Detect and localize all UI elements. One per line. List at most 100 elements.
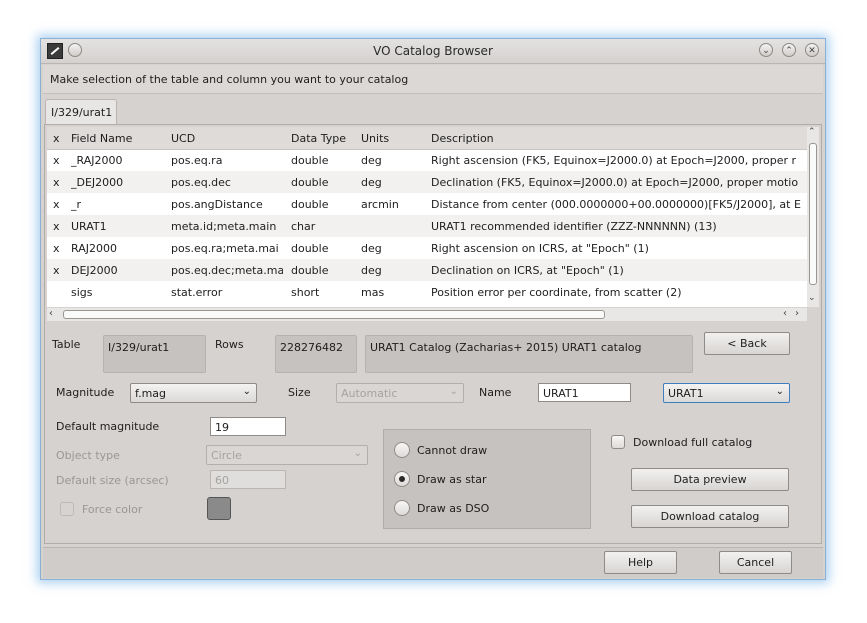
- header-description[interactable]: Description: [431, 132, 807, 145]
- field-description: URAT1 recommended identifier (ZZZ-NNNNNN…: [431, 220, 717, 233]
- field-ucd: pos.eq.ra;meta.mai: [171, 242, 279, 255]
- rows-value-field: 228276482: [275, 335, 357, 373]
- name-column-value: URAT1: [668, 387, 704, 400]
- field-ucd: pos.eq.dec: [171, 176, 231, 189]
- instruction-text: Make selection of the table and column y…: [50, 73, 409, 86]
- table-row[interactable]: x _RAJ2000 pos.eq.ra double deg Right as…: [47, 149, 807, 171]
- object-type-select[interactable]: Circle ⌄: [206, 445, 368, 465]
- row-selected-mark[interactable]: x: [53, 154, 67, 167]
- vo-catalog-browser-window: VO Catalog Browser ⌄ ⌃ ✕ Make selection …: [40, 38, 826, 580]
- default-magnitude-label: Default magnitude: [56, 420, 160, 433]
- row-selected-mark[interactable]: x: [53, 242, 67, 255]
- name-input-value: URAT1: [543, 387, 579, 400]
- chevron-down-icon: ⌄: [449, 386, 458, 397]
- field-data-type: double: [291, 242, 329, 255]
- help-button[interactable]: Help: [604, 551, 677, 574]
- header-x[interactable]: x: [53, 132, 67, 145]
- cancel-label: Cancel: [736, 556, 775, 569]
- force-color-checkbox[interactable]: [60, 502, 74, 516]
- field-units: arcmin: [361, 198, 399, 211]
- name-input[interactable]: URAT1: [538, 383, 631, 402]
- size-select[interactable]: Automatic ⌄: [336, 383, 464, 403]
- cannot-draw-label: Cannot draw: [417, 444, 488, 457]
- field-description: Right ascension on ICRS, at "Epoch" (1): [431, 242, 649, 255]
- rows-value: 228276482: [280, 341, 343, 354]
- back-button[interactable]: < Back: [704, 332, 790, 355]
- row-selected-mark[interactable]: x: [53, 264, 67, 277]
- radio-cannot-draw[interactable]: [394, 442, 410, 458]
- table-row[interactable]: x _r pos.angDistance double arcmin Dista…: [47, 193, 807, 215]
- magnitude-select[interactable]: f.mag ⌄: [130, 383, 257, 403]
- row-selected-mark[interactable]: x: [53, 220, 67, 233]
- object-type-value: Circle: [211, 449, 242, 462]
- field-data-type: double: [291, 198, 329, 211]
- header-units[interactable]: Units: [361, 132, 427, 145]
- cancel-button[interactable]: Cancel: [719, 551, 792, 574]
- download-full-catalog-checkbox[interactable]: [611, 435, 625, 449]
- scroll-left-icon[interactable]: ‹: [783, 308, 787, 319]
- draw-mode-group: Cannot draw Draw as star Draw as DSO: [383, 429, 591, 529]
- force-color-label: Force color: [82, 503, 143, 516]
- scroll-up-icon[interactable]: ⌃: [808, 127, 816, 137]
- default-size-input[interactable]: 60: [210, 470, 286, 489]
- field-units: deg: [361, 176, 382, 189]
- draw-as-dso-label: Draw as DSO: [417, 502, 490, 515]
- size-label: Size: [288, 386, 311, 399]
- field-ucd: pos.eq.ra: [171, 154, 223, 167]
- close-button[interactable]: ✕: [805, 43, 819, 57]
- table-row[interactable]: x URAT1 meta.id;meta.main char URAT1 rec…: [47, 215, 807, 237]
- field-description: Right ascension (FK5, Equinox=J2000.0) a…: [431, 154, 797, 167]
- field-name: _r: [71, 198, 82, 211]
- field-data-type: char: [291, 220, 316, 233]
- scroll-right-icon[interactable]: ›: [795, 308, 799, 319]
- magnitude-label: Magnitude: [56, 386, 115, 399]
- help-label: Help: [627, 556, 654, 569]
- field-units: deg: [361, 242, 382, 255]
- header-field-name[interactable]: Field Name: [71, 132, 167, 145]
- field-ucd: pos.eq.dec;meta.ma: [171, 264, 283, 277]
- name-column-select[interactable]: URAT1 ⌄: [663, 383, 790, 403]
- radio-selected-dot: [399, 476, 405, 482]
- maximize-button[interactable]: ⌃: [782, 43, 796, 57]
- radio-draw-as-star[interactable]: [394, 471, 410, 487]
- title-bar[interactable]: VO Catalog Browser ⌄ ⌃ ✕: [41, 39, 825, 64]
- download-full-catalog-label: Download full catalog: [633, 436, 753, 449]
- tab-i329-urat1[interactable]: I/329/urat1: [45, 99, 117, 125]
- field-name: DEJ2000: [71, 264, 118, 277]
- scroll-down-icon[interactable]: ⌄: [808, 293, 816, 303]
- default-magnitude-value: 19: [215, 421, 229, 434]
- field-description: Declination on ICRS, at "Epoch" (1): [431, 264, 624, 277]
- vertical-scroll-thumb[interactable]: [809, 143, 817, 285]
- field-ucd: stat.error: [171, 286, 223, 299]
- scroll-left-icon[interactable]: ‹: [49, 308, 53, 319]
- default-size-value: 60: [215, 474, 229, 487]
- field-data-type: double: [291, 154, 329, 167]
- table-row[interactable]: x DEJ2000 pos.eq.dec;meta.ma double deg …: [47, 259, 807, 281]
- table-row[interactable]: x RAJ2000 pos.eq.ra;meta.mai double deg …: [47, 237, 807, 259]
- data-preview-button[interactable]: Data preview: [631, 468, 789, 491]
- table-vertical-scrollbar[interactable]: ⌃ ⌄: [807, 127, 819, 307]
- table-horizontal-scrollbar[interactable]: ‹ ‹ ›: [47, 308, 807, 321]
- field-units: deg: [361, 154, 382, 167]
- row-selected-mark[interactable]: x: [53, 198, 67, 211]
- data-preview-label: Data preview: [673, 473, 747, 486]
- table-value: I/329/urat1: [108, 341, 170, 354]
- minimize-button[interactable]: ⌄: [759, 43, 773, 57]
- default-magnitude-input[interactable]: 19: [210, 417, 286, 436]
- horizontal-scroll-thumb[interactable]: [63, 310, 605, 319]
- tab-panel: x Field Name UCD Data Type Units Descrip…: [44, 124, 822, 544]
- field-description: Position error per coordinate, from scat…: [431, 286, 682, 299]
- download-catalog-label: Download catalog: [660, 510, 760, 523]
- row-selected-mark[interactable]: x: [53, 176, 67, 189]
- table-row[interactable]: sigs stat.error short mas Position error…: [47, 281, 807, 303]
- download-catalog-button[interactable]: Download catalog: [631, 505, 789, 528]
- field-name: _DEJ2000: [71, 176, 124, 189]
- force-color-swatch[interactable]: [207, 497, 231, 520]
- table-row[interactable]: x _DEJ2000 pos.eq.dec double deg Declina…: [47, 171, 807, 193]
- header-ucd[interactable]: UCD: [171, 132, 283, 145]
- table-header: x Field Name UCD Data Type Units Descrip…: [47, 127, 807, 150]
- instruction-bar: Make selection of the table and column y…: [43, 65, 823, 94]
- radio-draw-as-dso[interactable]: [394, 500, 410, 516]
- header-data-type[interactable]: Data Type: [291, 132, 357, 145]
- field-name: sigs: [71, 286, 93, 299]
